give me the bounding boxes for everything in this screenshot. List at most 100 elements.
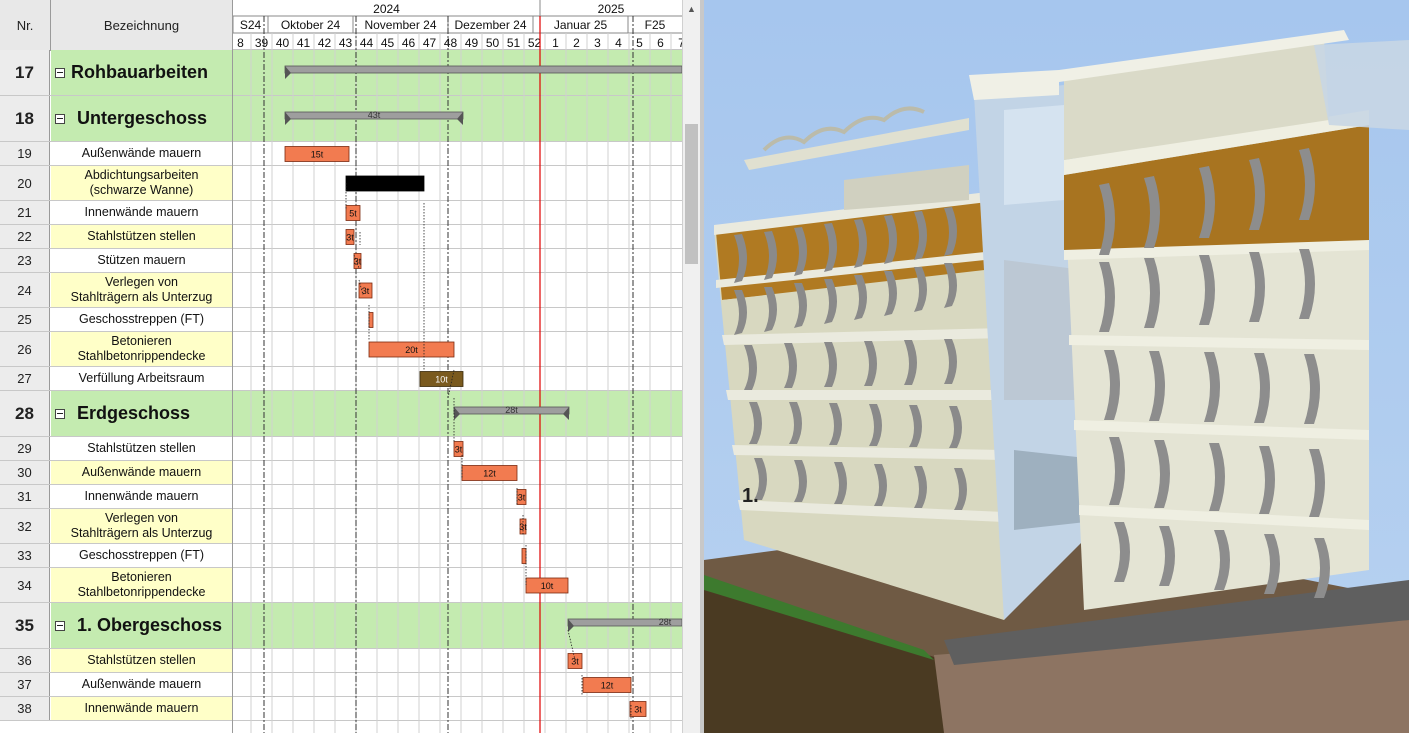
month-label: Oktober 24: [281, 18, 341, 32]
week-label: 44: [360, 36, 374, 50]
task-name[interactable]: Betonieren Stahlbetonrippendecke: [51, 332, 232, 366]
task-name-text: Innenwände mauern: [84, 701, 199, 715]
summary-row[interactable]: 28 Erdgeschoss: [0, 391, 232, 437]
task-number: 27: [0, 367, 50, 390]
task-name[interactable]: Außenwände mauern: [51, 673, 232, 696]
task-row[interactable]: 37 Außenwände mauern: [0, 673, 232, 697]
building-model-render: 1.: [704, 0, 1409, 733]
task-number: 17: [0, 50, 50, 95]
collapse-toggle-icon[interactable]: [55, 620, 65, 631]
task-name-text: Abdichtungsarbeiten (schwarze Wanne): [84, 168, 199, 197]
task-name-text: Betonieren Stahlbetonrippendecke: [77, 570, 206, 599]
task-name[interactable]: Innenwände mauern: [51, 201, 232, 224]
task-row[interactable]: 38 Innenwände mauern: [0, 697, 232, 721]
task-name[interactable]: Geschosstreppen (FT): [51, 544, 232, 567]
task-row[interactable]: 34 Betonieren Stahlbetonrippendecke: [0, 568, 232, 603]
task-number: 25: [0, 308, 50, 331]
task-name[interactable]: Untergeschoss: [51, 96, 232, 141]
task-number: 21: [0, 201, 50, 224]
task-number: 19: [0, 142, 50, 165]
task-row[interactable]: 21 Innenwände mauern: [0, 201, 232, 225]
month-label: S24: [240, 18, 262, 32]
task-number: 33: [0, 544, 50, 567]
task-row[interactable]: 22 Stahlstützen stellen: [0, 225, 232, 249]
task-name[interactable]: Innenwände mauern: [51, 485, 232, 508]
bar-duration-label: 20t: [405, 345, 418, 355]
summary-row[interactable]: 17 Rohbauarbeiten: [0, 50, 232, 96]
task-number: 36: [0, 649, 50, 672]
task-name[interactable]: Stahlstützen stellen: [51, 437, 232, 460]
bar-duration-label: 10t: [541, 581, 554, 591]
app-window: Nr. Bezeichnung 17 Rohbauarbeiten 18 Unterg…: [0, 0, 1409, 733]
month-label: Dezember 24: [454, 18, 526, 32]
task-name[interactable]: Innenwände mauern: [51, 697, 232, 720]
task-name[interactable]: Geschosstreppen (FT): [51, 308, 232, 331]
task-row[interactable]: 36 Stahlstützen stellen: [0, 649, 232, 673]
task-number: 35: [0, 603, 50, 648]
task-row[interactable]: 27 Verfüllung Arbeitsraum: [0, 367, 232, 391]
task-name[interactable]: Verfüllung Arbeitsraum: [51, 367, 232, 390]
task-name-text: Rohbauarbeiten: [71, 62, 209, 82]
task-name[interactable]: Abdichtungsarbeiten (schwarze Wanne): [51, 166, 232, 200]
task-name[interactable]: Stahlstützen stellen: [51, 649, 232, 672]
task-table: Nr. Bezeichnung 17 Rohbauarbeiten 18 Unterg…: [0, 0, 233, 733]
year-label: 2025: [598, 2, 625, 16]
summary-row[interactable]: 18 Untergeschoss: [0, 96, 232, 142]
column-header-nr[interactable]: Nr.: [0, 0, 51, 50]
week-label: 50: [486, 36, 500, 50]
task-name-text: Verlegen von Stahlträgern als Unterzug: [70, 511, 213, 540]
bar-duration-label: 3t: [518, 493, 526, 503]
task-row[interactable]: 20 Abdichtungsarbeiten (schwarze Wanne): [0, 166, 232, 201]
week-label: 2: [573, 36, 580, 50]
task-row[interactable]: 23 Stützen mauern: [0, 249, 232, 273]
task-row[interactable]: 33 Geschosstreppen (FT): [0, 544, 232, 568]
week-label: 4: [615, 36, 622, 50]
task-name[interactable]: Außenwände mauern: [51, 461, 232, 484]
task-name-text: 1. Obergeschoss: [77, 615, 223, 635]
week-label: 40: [276, 36, 290, 50]
task-name[interactable]: Stützen mauern: [51, 249, 232, 272]
task-name[interactable]: Rohbauarbeiten: [51, 50, 232, 95]
collapse-toggle-icon[interactable]: [55, 67, 65, 78]
bar-duration-label: 3t: [346, 233, 354, 243]
scrollbar-thumb[interactable]: [685, 124, 698, 264]
task-row[interactable]: 32 Verlegen von Stahlträgern als Unterzug: [0, 509, 232, 544]
task-row[interactable]: 19 Außenwände mauern: [0, 142, 232, 166]
task-name[interactable]: Erdgeschoss: [51, 391, 232, 436]
collapse-toggle-icon[interactable]: [55, 113, 65, 124]
task-number: 28: [0, 391, 50, 436]
week-label: 8: [237, 36, 244, 50]
week-label: 46: [402, 36, 416, 50]
task-row[interactable]: 26 Betonieren Stahlbetonrippendecke: [0, 332, 232, 367]
task-name[interactable]: Verlegen von Stahlträgern als Unterzug: [51, 509, 232, 543]
scroll-up-button[interactable]: ▲: [683, 0, 700, 17]
task-name-text: Stahlstützen stellen: [87, 441, 196, 455]
week-label: 1: [552, 36, 559, 50]
gantt-chart[interactable]: 8 39 40 41 42 43 44 45 46 47 48 49 50 51 52 1 2 3 4 5 6 7 S24 O…: [233, 0, 682, 733]
column-header-bezeichnung[interactable]: Bezeichnung: [51, 0, 232, 50]
summary-row[interactable]: 35 1. Obergeschoss: [0, 603, 232, 649]
bar-duration-label: 28t: [505, 405, 518, 415]
task-row[interactable]: 29 Stahlstützen stellen: [0, 437, 232, 461]
task-name-text: Erdgeschoss: [77, 403, 191, 423]
task-row[interactable]: 25 Geschosstreppen (FT): [0, 308, 232, 332]
3d-model-viewer[interactable]: 1.: [704, 0, 1409, 733]
vertical-scrollbar[interactable]: ▲: [682, 0, 700, 733]
task-row[interactable]: 31 Innenwände mauern: [0, 485, 232, 509]
task-number: 37: [0, 673, 50, 696]
task-number: 22: [0, 225, 50, 248]
task-name[interactable]: 1. Obergeschoss: [51, 603, 232, 648]
task-row[interactable]: 24 Verlegen von Stahlträgern als Unterzug: [0, 273, 232, 308]
collapse-toggle-icon[interactable]: [55, 408, 65, 419]
task-name[interactable]: Betonieren Stahlbetonrippendecke: [51, 568, 232, 602]
task-name[interactable]: Stahlstützen stellen: [51, 225, 232, 248]
month-label: F25: [645, 18, 666, 32]
week-label: 42: [318, 36, 332, 50]
task-number: 32: [0, 509, 50, 543]
task-number: 30: [0, 461, 50, 484]
task-name[interactable]: Außenwände mauern: [51, 142, 232, 165]
task-name[interactable]: Verlegen von Stahlträgern als Unterzug: [51, 273, 232, 307]
task-row[interactable]: 30 Außenwände mauern: [0, 461, 232, 485]
task-name-text: Verfüllung Arbeitsraum: [78, 371, 205, 385]
bar-duration-label: 15t: [311, 150, 324, 160]
